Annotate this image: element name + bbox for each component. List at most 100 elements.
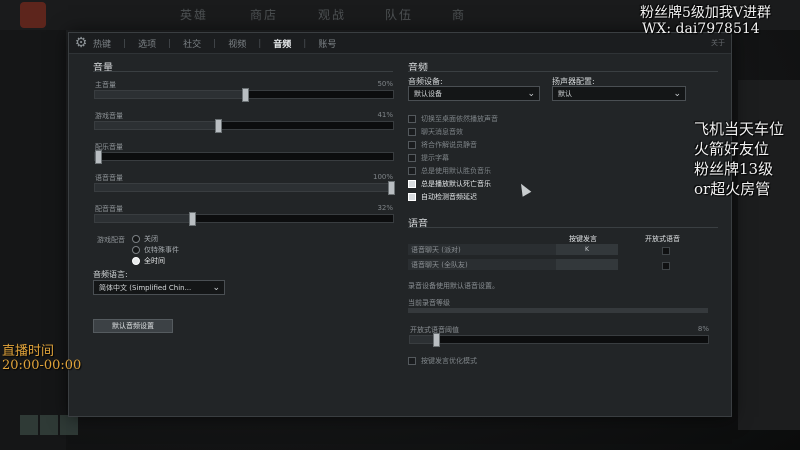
option-default-death-music[interactable]: 总是播放默认死亡音乐 <box>408 179 491 189</box>
checkbox <box>408 167 416 175</box>
option-mute-coop-caster[interactable]: 将合作解说员静音 <box>408 140 477 150</box>
default-audio-settings-button[interactable]: 默认音频设置 <box>93 319 173 333</box>
checkbox <box>408 115 416 123</box>
open-mic-column-header: 开放式语音 <box>645 235 680 243</box>
bg-nav-item: 英雄 <box>180 8 209 22</box>
slider-knob[interactable] <box>433 333 441 347</box>
option-label: 将合作解说员静音 <box>421 141 477 149</box>
dota-logo-icon <box>20 2 46 28</box>
announcer-label: 游戏配音 <box>97 236 125 244</box>
tab-audio[interactable]: 音频 <box>273 37 291 50</box>
slider-knob[interactable] <box>215 119 223 133</box>
chevron-down-icon: ⌄ <box>212 283 220 293</box>
bg-nav-item: 商店 <box>250 8 279 22</box>
master-volume-value: 50% <box>377 80 393 88</box>
tab-separator: | <box>168 38 172 49</box>
voice-team-key[interactable] <box>556 259 618 270</box>
slider-fill <box>95 91 242 98</box>
tab-hotkeys[interactable]: 热键 <box>93 37 111 50</box>
option-play-sound-desktop[interactable]: 切换至桌面依然播放声音 <box>408 114 498 124</box>
option-label: 总是播放默认死亡音乐 <box>421 180 491 188</box>
bg-thumbnail <box>60 415 78 435</box>
voice-party-row: 语音聊天 (派对) <box>408 244 558 255</box>
audio-language-value: 简体中文 (Simplified Chin... <box>99 283 192 292</box>
gear-icon[interactable]: ⚙ <box>73 35 89 51</box>
slider-fill <box>410 336 434 343</box>
option-subtitles[interactable]: 提示字幕 <box>408 153 449 163</box>
option-auto-detect-latency[interactable]: 自动检测音频延迟 <box>408 192 477 202</box>
checkbox <box>408 193 416 201</box>
radio-label: 仅特殊事件 <box>144 246 179 254</box>
slider-knob[interactable] <box>188 212 196 226</box>
checkbox <box>408 154 416 162</box>
voice-volume-label: 语音音量 <box>95 174 123 182</box>
slider-fill <box>95 184 388 191</box>
audio-device-select[interactable]: 默认设备 ⌄ <box>408 86 540 101</box>
voice-team-open-mic-checkbox[interactable] <box>662 262 670 270</box>
bg-thumbnail <box>20 415 38 435</box>
chevron-down-icon: ⌄ <box>527 89 535 99</box>
radio-label: 全时间 <box>144 257 165 265</box>
radio-all-time[interactable]: 全时间 <box>132 256 165 266</box>
open-mic-threshold-slider[interactable] <box>409 333 709 347</box>
checkbox <box>408 141 416 149</box>
game-volume-label: 游戏音量 <box>95 112 123 120</box>
section-divider <box>93 71 393 72</box>
option-label: 总是使用默认胜负音乐 <box>421 167 491 175</box>
voice-volume-slider[interactable] <box>94 181 395 195</box>
game-volume-value: 41% <box>377 111 393 119</box>
settings-tab-bar: ⚙ 热键 | 选项 | 社交 | 视频 | 音频 | 账号 关于 <box>69 33 731 54</box>
about-link[interactable]: 关于 <box>711 38 725 48</box>
voice-party-key[interactable]: K <box>556 244 618 255</box>
master-volume-label: 主音量 <box>95 81 116 89</box>
announcer-volume-value: 32% <box>377 204 393 212</box>
bg-nav-item: 观战 <box>318 8 347 22</box>
bg-left-panel <box>0 30 66 450</box>
tab-options[interactable]: 选项 <box>138 37 156 50</box>
section-divider <box>408 227 718 228</box>
option-label: 切换至桌面依然播放声音 <box>421 115 498 123</box>
speaker-config-select[interactable]: 默认 ⌄ <box>552 86 686 101</box>
tab-social[interactable]: 社交 <box>183 37 201 50</box>
audio-device-value: 默认设备 <box>414 89 442 98</box>
option-default-victory-music[interactable]: 总是使用默认胜负音乐 <box>408 166 491 176</box>
option-chat-sound[interactable]: 聊天消息音效 <box>408 127 463 137</box>
slider-fill <box>95 215 189 222</box>
overlay-right-line: 飞机当天车位 <box>694 120 785 138</box>
radio-icon <box>132 257 140 265</box>
audio-language-label: 音频语言: <box>93 270 128 279</box>
bg-nav-item: 商 <box>452 8 467 22</box>
bg-thumbnail <box>40 415 58 435</box>
master-volume-slider[interactable] <box>94 88 394 102</box>
tab-separator: | <box>258 38 262 49</box>
checkbox <box>408 180 416 188</box>
music-volume-slider[interactable] <box>94 150 394 164</box>
current-record-level-label: 当前录音等级 <box>408 299 450 307</box>
audio-language-select[interactable]: 简体中文 (Simplified Chin... ⌄ <box>93 280 225 295</box>
radio-icon <box>132 235 140 243</box>
voice-party-open-mic-checkbox[interactable] <box>662 247 670 255</box>
announcer-volume-slider[interactable] <box>94 212 394 226</box>
voice-row-label: 语音聊天 (派对) <box>411 245 461 254</box>
overlay-live-label: 直播时间 <box>2 344 55 359</box>
voice-row-label: 语音聊天 (全队友) <box>411 260 468 269</box>
tab-account[interactable]: 账号 <box>318 37 336 50</box>
overlay-live-time: 20:00-00:00 <box>2 358 82 373</box>
tab-video[interactable]: 视频 <box>228 37 246 50</box>
tab-separator: | <box>213 38 217 49</box>
option-label: 聊天消息音效 <box>421 128 463 136</box>
announcer-volume-label: 配音音量 <box>95 205 123 213</box>
radio-off[interactable]: 关闭 <box>132 234 158 244</box>
overlay-right-line: or超火房管 <box>694 180 771 198</box>
radio-special-events[interactable]: 仅特殊事件 <box>132 245 179 255</box>
chevron-down-icon: ⌄ <box>673 89 681 99</box>
overlay-wechat-text: WX: dai7978514 <box>642 21 760 37</box>
tab-separator: | <box>303 38 307 49</box>
slider-knob[interactable] <box>388 181 395 195</box>
slider-knob[interactable] <box>241 88 249 102</box>
ptt-optimize-option[interactable]: 按键发言优化模式 <box>408 356 477 366</box>
overlay-right-line: 火箭好友位 <box>694 140 770 158</box>
game-volume-slider[interactable] <box>94 119 394 133</box>
bg-nav-item: 队伍 <box>385 8 414 22</box>
slider-knob[interactable] <box>95 150 102 164</box>
